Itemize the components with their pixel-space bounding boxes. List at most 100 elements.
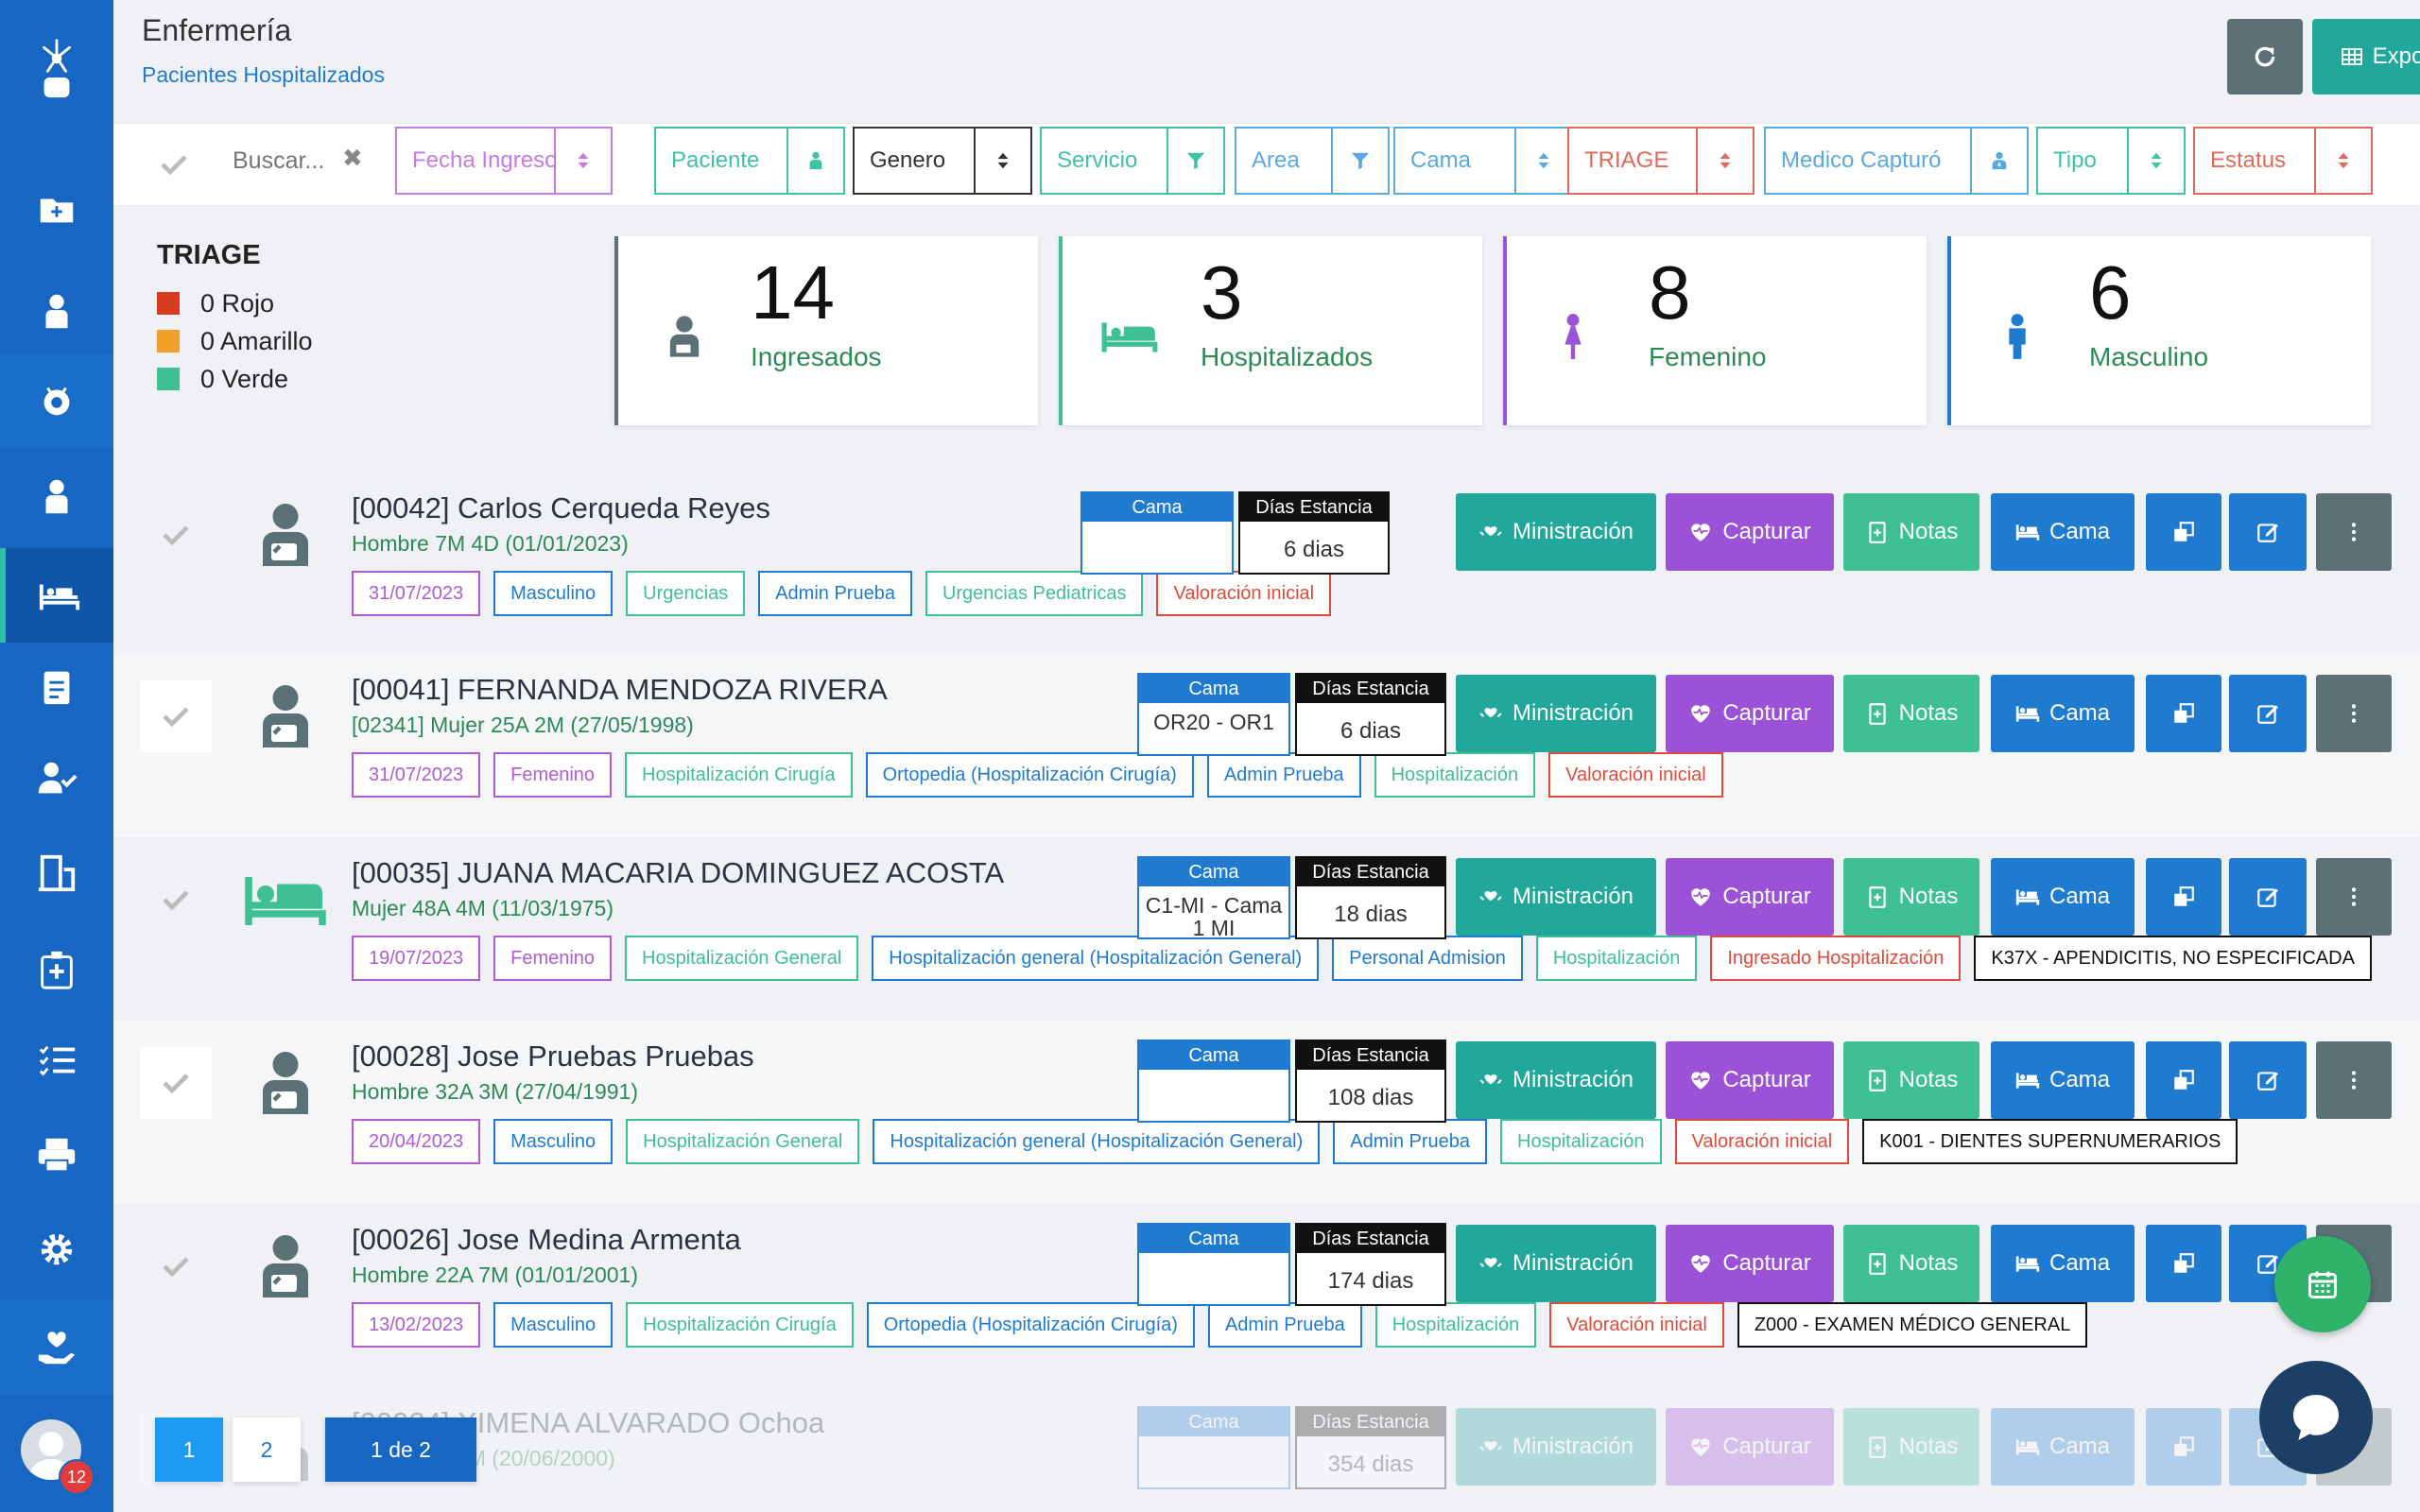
page-2-button[interactable]: 2 [233, 1418, 301, 1482]
row-checkbox[interactable] [140, 864, 212, 936]
filter-genero[interactable]: Genero [853, 127, 1032, 195]
sort-icon[interactable] [974, 129, 1030, 193]
row-checkbox[interactable] [140, 1047, 212, 1119]
capturar-button[interactable]: Capturar [1666, 1408, 1834, 1486]
capturar-button[interactable]: Capturar [1666, 858, 1834, 936]
patient-name[interactable]: [00035] JUANA MACARIA DOMINGUEZ ACOSTA [352, 856, 1004, 890]
capturar-button[interactable]: Capturar [1666, 675, 1834, 752]
more-options-button[interactable] [2316, 675, 2392, 752]
cama-button[interactable]: Cama [1991, 493, 2135, 571]
transfer-button[interactable] [2146, 675, 2221, 752]
filter-estatus[interactable]: Estatus [2193, 127, 2373, 195]
patient-row[interactable]: [00041] FERNANDA MENDOZA RIVERA [02341] M… [113, 654, 2420, 837]
sidebar-item-user-check[interactable] [0, 731, 113, 826]
notas-label: Notas [1898, 884, 1959, 909]
user-md-icon[interactable] [1970, 129, 2027, 193]
sidebar-item-stethoscope[interactable] [0, 353, 113, 448]
patient-row[interactable]: [00028] Jose Pruebas Pruebas Hombre 32A 3… [113, 1021, 2420, 1204]
cama-button[interactable]: Cama [1991, 1225, 2135, 1302]
ministracion-button[interactable]: Ministración [1456, 1041, 1656, 1119]
breadcrumb[interactable]: Pacientes Hospitalizados [142, 62, 385, 88]
ministracion-button[interactable]: Ministración [1456, 1225, 1656, 1302]
filter-paciente[interactable]: Paciente [654, 127, 845, 195]
row-checkbox[interactable] [140, 499, 212, 571]
calendar-button[interactable] [2274, 1236, 2371, 1332]
sidebar-item-medkit[interactable] [0, 922, 113, 1017]
sort-icon[interactable] [2314, 129, 2371, 193]
sidebar-item-print[interactable] [0, 1108, 113, 1202]
sort-icon[interactable] [2127, 129, 2184, 193]
notification-badge[interactable]: 12 [59, 1459, 95, 1495]
more-options-button[interactable] [2316, 493, 2392, 571]
patient-row[interactable]: [00042] Carlos Cerqueda Reyes Hombre 7M 4… [113, 472, 2420, 656]
more-options-button[interactable] [2316, 1041, 2392, 1119]
sidebar-item-clipboard[interactable] [0, 639, 113, 733]
ministracion-button[interactable]: Ministración [1456, 1408, 1656, 1486]
bed-icon [2015, 524, 2040, 541]
notas-button[interactable]: Notas [1843, 493, 1979, 571]
chat-button[interactable] [2259, 1361, 2373, 1474]
row-checkbox[interactable] [140, 680, 212, 752]
patient-row[interactable]: [00026] Jose Medina Armenta Hombre 22A 7M… [113, 1204, 2420, 1387]
edit-button[interactable] [2229, 858, 2307, 936]
notas-button[interactable]: Notas [1843, 1408, 1979, 1486]
cama-button[interactable]: Cama [1991, 675, 2135, 752]
sort-icon[interactable] [554, 129, 611, 193]
notas-button[interactable]: Notas [1843, 1225, 1979, 1302]
sidebar-item-hospitalized[interactable] [0, 548, 113, 643]
select-all-checkbox[interactable] [159, 142, 202, 185]
sidebar-item-folder-plus[interactable] [0, 163, 113, 257]
page-1-button[interactable]: 1 [155, 1418, 223, 1482]
refresh-button[interactable] [2227, 19, 2303, 94]
filter-medico-captur-[interactable]: Medico Capturó [1764, 127, 2029, 195]
transfer-button[interactable] [2146, 1041, 2221, 1119]
clear-search-icon[interactable]: ✖ [342, 144, 363, 173]
edit-button[interactable] [2229, 493, 2307, 571]
sort-icon[interactable] [1696, 129, 1753, 193]
notas-button[interactable]: Notas [1843, 1041, 1979, 1119]
sidebar-item-door[interactable] [0, 826, 113, 920]
triage-row-green: 0 Verde [157, 360, 313, 398]
ministracion-button[interactable]: Ministración [1456, 493, 1656, 571]
cama-button[interactable]: Cama [1991, 1408, 2135, 1486]
sidebar-item-patients[interactable] [0, 265, 113, 359]
patient-row[interactable]: [00035] JUANA MACARIA DOMINGUEZ ACOSTA Mu… [113, 837, 2420, 1021]
patient-name[interactable]: [00041] FERNANDA MENDOZA RIVERA [352, 673, 888, 707]
more-options-button[interactable] [2316, 858, 2392, 936]
sidebar-item-user-injured[interactable] [0, 450, 113, 544]
edit-button[interactable] [2229, 675, 2307, 752]
filter-tipo[interactable]: Tipo [2036, 127, 2186, 195]
transfer-button[interactable] [2146, 493, 2221, 571]
patient-name[interactable]: [00028] Jose Pruebas Pruebas [352, 1040, 754, 1074]
transfer-button[interactable] [2146, 858, 2221, 936]
filter-icon[interactable] [1331, 129, 1388, 193]
filter-servicio[interactable]: Servicio [1040, 127, 1225, 195]
transfer-button[interactable] [2146, 1408, 2221, 1486]
filter-area[interactable]: Area [1235, 127, 1390, 195]
ministracion-button[interactable]: Ministración [1456, 675, 1656, 752]
filter-fecha-ingreso[interactable]: Fecha Ingreso [395, 127, 613, 195]
sidebar-item-tasks[interactable] [0, 1013, 113, 1108]
notas-button[interactable]: Notas [1843, 675, 1979, 752]
filter-triage[interactable]: TRIAGE [1567, 127, 1754, 195]
notas-button[interactable]: Notas [1843, 858, 1979, 936]
sidebar-item-care[interactable] [0, 1300, 113, 1395]
sidebar-item-inbox[interactable] [0, 76, 113, 123]
row-checkbox[interactable] [140, 1230, 212, 1302]
ministracion-button[interactable]: Ministración [1456, 858, 1656, 936]
sort-icon[interactable] [1514, 129, 1571, 193]
capturar-button[interactable]: Capturar [1666, 1225, 1834, 1302]
user-injured-icon[interactable] [786, 129, 843, 193]
cama-button[interactable]: Cama [1991, 858, 2135, 936]
filter-cama[interactable]: Cama [1393, 127, 1573, 195]
filter-icon[interactable] [1167, 129, 1223, 193]
capturar-button[interactable]: Capturar [1666, 493, 1834, 571]
patient-name[interactable]: [00026] Jose Medina Armenta [352, 1223, 741, 1257]
transfer-button[interactable] [2146, 1225, 2221, 1302]
patient-name[interactable]: [00042] Carlos Cerqueda Reyes [352, 491, 770, 525]
sidebar-item-settings[interactable] [0, 1202, 113, 1297]
cama-button[interactable]: Cama [1991, 1041, 2135, 1119]
capturar-button[interactable]: Capturar [1666, 1041, 1834, 1119]
edit-button[interactable] [2229, 1041, 2307, 1119]
export-button[interactable]: Exportar [2312, 19, 2420, 94]
